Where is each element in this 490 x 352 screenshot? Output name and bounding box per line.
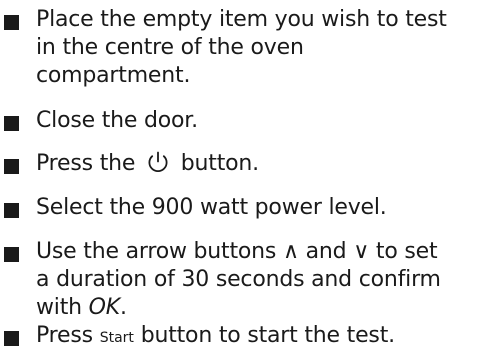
step-6-text: Press Start button to start the test. xyxy=(36,322,486,352)
step-3-text: Press the button. xyxy=(36,150,486,178)
step-5-line-3-before: with xyxy=(36,295,89,320)
step-6-text-before: Press xyxy=(36,323,100,348)
step-5-line-1: Use the arrow buttons ∧ and ∨ to set xyxy=(36,239,438,264)
ok-label: OK xyxy=(88,295,121,320)
step-5-text: Use the arrow buttons ∧ and ∨ to set a d… xyxy=(36,238,486,322)
step-3-text-after: button. xyxy=(174,151,259,176)
step-5-line-2: a duration of 30 seconds and confirm xyxy=(36,267,441,292)
bullet-icon xyxy=(4,203,19,218)
step-4: Select the 900 watt power level. xyxy=(0,194,490,222)
bullet-icon xyxy=(4,15,19,30)
bullet-icon xyxy=(4,159,19,174)
step-1-line-2: in the centre of the oven xyxy=(36,35,304,60)
step-5-line-3-after: . xyxy=(120,295,127,320)
bullet-icon xyxy=(4,247,19,262)
step-1-text: Place the empty item you wish to test in… xyxy=(36,6,486,90)
step-1-line-1: Place the empty item you wish to test xyxy=(36,7,447,32)
step-2-text: Close the door. xyxy=(36,108,198,133)
step-6-text-after: button to start the test. xyxy=(133,323,395,348)
step-1-line-3: compartment. xyxy=(36,63,191,88)
step-3: Press the button. xyxy=(0,150,490,178)
step-5: Use the arrow buttons ∧ and ∨ to set a d… xyxy=(0,238,490,324)
instruction-page: Place the empty item you wish to test in… xyxy=(0,0,490,352)
step-6: Press Start button to start the test. xyxy=(0,322,490,350)
step-1: Place the empty item you wish to test in… xyxy=(0,6,490,92)
step-5-line-3: with OK. xyxy=(36,294,486,322)
step-2: Close the door. xyxy=(0,107,490,135)
start-label: Start xyxy=(99,330,134,346)
power-icon xyxy=(148,151,168,172)
bullet-icon xyxy=(4,116,19,131)
bullet-icon xyxy=(4,331,19,346)
step-4-text: Select the 900 watt power level. xyxy=(36,195,387,220)
step-3-text-before: Press the xyxy=(36,151,142,176)
